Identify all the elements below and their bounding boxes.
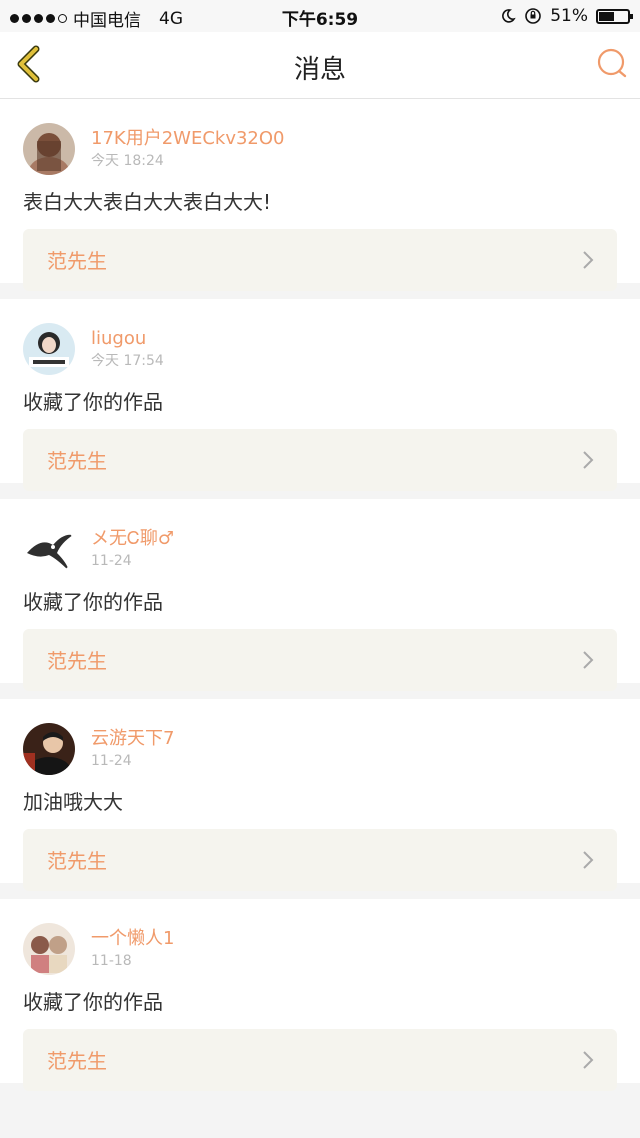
chevron-right-icon: [583, 651, 594, 669]
work-link[interactable]: 范先生: [23, 829, 617, 891]
avatar[interactable]: [23, 323, 75, 375]
status-right: 51%: [500, 6, 633, 26]
chevron-right-icon: [583, 851, 594, 869]
message-header: 17K用户2WECkv32O0 今天 18:24: [23, 123, 617, 175]
username[interactable]: 一个懒人1: [91, 928, 174, 950]
message-list: 17K用户2WECkv32O0 今天 18:24 表白大大表白大大表白大大! 范…: [0, 99, 640, 1091]
message-header: liugou 今天 17:54: [23, 323, 617, 375]
work-title: 范先生: [47, 1049, 107, 1073]
timestamp: 11-24: [91, 553, 132, 569]
work-title: 范先生: [47, 449, 107, 473]
message-header: メ无Ꮯ聊♂ 11-24: [23, 523, 617, 575]
moon-icon: [502, 9, 516, 23]
username[interactable]: liugou: [91, 328, 164, 350]
status-bar: 中国电信 4G 下午6:59 51%: [0, 0, 640, 32]
message-card: 云游天下7 11-24 加油哦大大 范先生: [0, 699, 640, 891]
message-text: 表白大大表白大大表白大大!: [23, 190, 272, 214]
message-card: 17K用户2WECkv32O0 今天 18:24 表白大大表白大大表白大大! 范…: [0, 99, 640, 291]
work-link[interactable]: 范先生: [23, 629, 617, 691]
timestamp: 11-24: [91, 753, 132, 769]
nav-bar: 消息: [0, 32, 640, 99]
work-link[interactable]: 范先生: [23, 229, 617, 291]
work-title: 范先生: [47, 249, 107, 273]
message-text: 收藏了你的作品: [23, 590, 163, 614]
message-header: 一个懒人1 11-18: [23, 923, 617, 975]
orientation-lock-icon: [525, 8, 542, 24]
work-title: 范先生: [47, 649, 107, 673]
message-text: 加油哦大大: [23, 790, 123, 814]
battery-percent: 51%: [550, 6, 588, 26]
avatar[interactable]: [23, 123, 75, 175]
chevron-right-icon: [583, 451, 594, 469]
message-card: 一个懒人1 11-18 收藏了你的作品 范先生: [0, 899, 640, 1091]
message-header: 云游天下7 11-24: [23, 723, 617, 775]
page-title: 消息: [293, 55, 346, 85]
chevron-right-icon: [583, 251, 594, 269]
username[interactable]: 云游天下7: [91, 728, 174, 750]
username[interactable]: メ无Ꮯ聊♂: [91, 528, 174, 550]
avatar[interactable]: [23, 923, 75, 975]
work-title: 范先生: [47, 849, 107, 873]
battery-icon: [596, 8, 633, 24]
message-card: liugou 今天 17:54 收藏了你的作品 范先生: [0, 299, 640, 491]
avatar[interactable]: [23, 523, 75, 575]
avatar[interactable]: [23, 723, 75, 775]
message-card: メ无Ꮯ聊♂ 11-24 收藏了你的作品 范先生: [0, 499, 640, 691]
timestamp: 今天 18:24: [91, 153, 164, 169]
search-icon[interactable]: [596, 47, 628, 79]
message-text: 收藏了你的作品: [23, 390, 163, 414]
message-text: 收藏了你的作品: [23, 990, 163, 1014]
work-link[interactable]: 范先生: [23, 1029, 617, 1091]
username[interactable]: 17K用户2WECkv32O0: [91, 128, 285, 150]
timestamp: 11-18: [91, 953, 132, 969]
chevron-right-icon: [583, 1051, 594, 1069]
timestamp: 今天 17:54: [91, 353, 164, 369]
work-link[interactable]: 范先生: [23, 429, 617, 491]
